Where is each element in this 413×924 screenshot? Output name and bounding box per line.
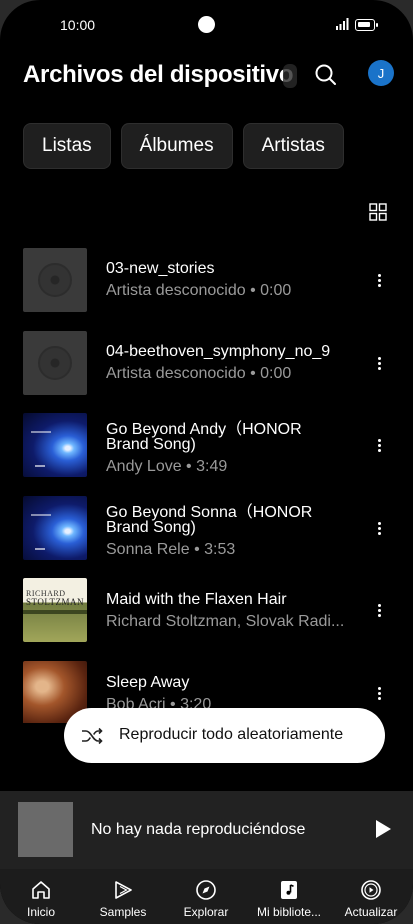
mini-player[interactable]: No hay nada reproduciéndose [0, 791, 413, 869]
chip-artistas[interactable]: Artistas [242, 123, 344, 169]
more-options-icon[interactable] [372, 600, 386, 620]
grid-view-icon[interactable] [369, 203, 387, 221]
track-subtitle: Andy Love • 3:49 [106, 458, 228, 475]
shuffle-all-button[interactable]: Reproducir todo aleatoriamente [64, 708, 385, 763]
nav-label: Samples [99, 905, 147, 919]
more-options-icon[interactable] [372, 353, 386, 373]
battery-icon [355, 19, 378, 31]
chip-listas[interactable]: Listas [23, 123, 111, 169]
nav-label: Inicio [26, 905, 55, 919]
signal-icon [336, 18, 349, 30]
nav-samples[interactable]: Samples [83, 869, 163, 924]
filter-chips: Listas Álbumes Artistas [23, 123, 344, 169]
nav-mi-biblioteca[interactable]: Mi bibliote... [249, 869, 329, 924]
nav-label: Explorar [183, 905, 229, 919]
track-subtitle: Artista desconocido • 0:00 [106, 365, 292, 382]
album-art-placeholder [23, 248, 87, 312]
more-options-icon[interactable] [372, 518, 386, 538]
track-subtitle: Artista desconocido • 0:00 [106, 282, 292, 299]
album-art-placeholder [23, 331, 87, 395]
nav-actualizar[interactable]: Actualizar [331, 869, 411, 924]
track-row[interactable]: RICHARD STOLTZMAN Maid with the Flaxen H… [0, 570, 413, 652]
nav-label: Mi bibliote... [256, 905, 322, 919]
now-playing-label: No hay nada reproduciéndose [91, 821, 306, 838]
shuffle-icon [82, 727, 103, 745]
play-icon[interactable] [376, 820, 391, 838]
status-bar: 10:00 [0, 12, 413, 40]
search-icon[interactable] [312, 61, 340, 89]
more-options-icon[interactable] [372, 270, 386, 290]
page-title: Archivos del dispositivo [23, 61, 294, 88]
app-header: Archivos del dispositivo [0, 56, 413, 96]
track-row[interactable]: Go Beyond Sonna（HONOR Brand Song) Sonna … [0, 487, 413, 569]
nav-inicio[interactable]: Inicio [1, 869, 81, 924]
more-options-icon[interactable] [372, 683, 386, 703]
chip-albumes[interactable]: Álbumes [120, 123, 233, 169]
track-row[interactable]: 04-beethoven_symphony_no_9 Artista desco… [0, 321, 413, 403]
track-title: 04-beethoven_symphony_no_9 [106, 343, 331, 360]
nav-explorar[interactable]: Explorar [166, 869, 246, 924]
camera-cutout [198, 16, 215, 33]
album-art: RICHARD STOLTZMAN [23, 578, 87, 642]
track-subtitle: Richard Stoltzman, Slovak Radi... [106, 613, 345, 630]
album-art-text: STOLTZMAN [26, 597, 85, 607]
compass-icon [196, 880, 216, 900]
track-title: 03-new_stories [106, 260, 215, 277]
account-avatar[interactable]: J [368, 60, 394, 86]
now-playing-art [18, 802, 73, 857]
library-icon [281, 881, 297, 899]
upgrade-icon [361, 880, 381, 900]
track-title-line2: Brand Song) [106, 436, 196, 453]
more-options-icon[interactable] [372, 435, 386, 455]
phone-screen: 10:00 Archivos del dispositivo J Listas … [0, 0, 413, 924]
disc-icon [38, 263, 72, 297]
track-row[interactable]: Go Beyond Andy（HONOR Brand Song) Andy Lo… [0, 404, 413, 486]
bottom-nav: Inicio Samples Explorar Mi bibliote... A… [0, 869, 413, 924]
track-row[interactable]: 03-new_stories Artista desconocido • 0:0… [0, 238, 413, 320]
shuffle-label: Reproducir todo aleatoriamente [119, 726, 344, 743]
title-overflow-chip [283, 64, 297, 88]
status-time: 10:00 [60, 17, 96, 33]
track-subtitle: Sonna Rele • 3:53 [106, 541, 236, 558]
track-title: Sleep Away [106, 674, 190, 691]
nav-label: Actualizar [344, 905, 398, 919]
track-title-line2: Brand Song) [106, 519, 196, 536]
track-title: Maid with the Flaxen Hair [106, 591, 287, 608]
home-icon [32, 881, 50, 899]
album-art [23, 413, 87, 477]
disc-icon [38, 346, 72, 380]
album-art [23, 496, 87, 560]
samples-icon [115, 881, 132, 899]
